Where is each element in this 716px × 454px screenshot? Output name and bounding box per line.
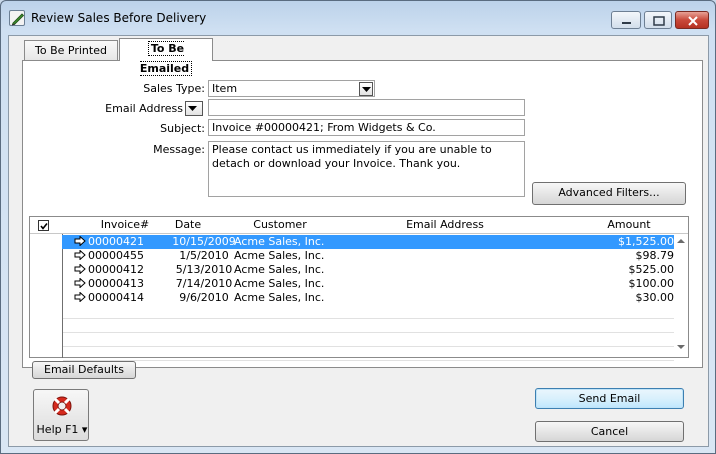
chevron-down-icon[interactable]: [359, 82, 373, 96]
cell-customer: Acme Sales, Inc.: [234, 263, 325, 276]
maximize-button[interactable]: [644, 11, 672, 29]
invoice-grid: Invoice# Date Customer Email Address Amo…: [29, 216, 689, 361]
cell-customer: Acme Sales, Inc.: [234, 277, 325, 290]
cancel-button[interactable]: Cancel: [535, 421, 684, 442]
arrow-right-icon: [74, 236, 86, 246]
help-button[interactable]: Help F1 ▾: [33, 389, 89, 441]
table-row[interactable]: 00000455 1/5/2010 Acme Sales, Inc. $98.79: [62, 249, 674, 263]
table-row[interactable]: 00000412 5/13/2010 Acme Sales, Inc. $525.00: [62, 263, 674, 277]
scroll-down-icon[interactable]: [677, 344, 685, 350]
arrow-right-icon: [74, 250, 86, 260]
advanced-filters-button[interactable]: Advanced Filters...: [532, 182, 686, 205]
send-email-button[interactable]: Send Email: [535, 388, 684, 409]
table-row[interactable]: 00000421 10/15/2009 Acme Sales, Inc. $1,525…: [62, 235, 674, 249]
message-label: Message:: [153, 143, 205, 156]
cell-amount: $98.79: [635, 249, 675, 262]
email-address-label: Email Address: [105, 102, 183, 115]
message-field[interactable]: Please contact us immediately if you are…: [208, 141, 525, 197]
select-all-checkbox[interactable]: [38, 220, 49, 231]
app-icon: [9, 10, 25, 26]
window-title: Review Sales Before Delivery: [31, 11, 207, 25]
title-bar[interactable]: Review Sales Before Delivery: [1, 1, 715, 35]
cell-amount: $30.00: [635, 291, 675, 304]
grid-line: [63, 318, 674, 319]
cell-invoice: 00000413: [88, 277, 144, 290]
grid-line: [63, 360, 674, 361]
table-row[interactable]: 00000413 7/14/2010 Acme Sales, Inc. $100.00: [62, 277, 674, 291]
col-customer[interactable]: Customer: [240, 218, 320, 231]
help-label-text: Help F1: [36, 423, 79, 436]
cell-customer: Acme Sales, Inc.: [234, 235, 325, 248]
email-defaults-button[interactable]: Email Defaults: [32, 361, 136, 379]
cell-invoice: 00000421: [88, 235, 144, 248]
email-address-dropdown[interactable]: [185, 101, 203, 116]
tab-to-be-emailed[interactable]: To Be Emailed: [119, 38, 213, 76]
table-row[interactable]: 00000414 9/6/2010 Acme Sales, Inc. $30.00: [62, 291, 674, 305]
scroll-up-icon[interactable]: [677, 238, 685, 244]
cell-amount: $100.00: [628, 277, 675, 290]
subject-field[interactable]: Invoice #00000421; From Widgets & Co.: [208, 119, 525, 136]
grid-header: Invoice# Date Customer Email Address Amo…: [30, 217, 688, 234]
arrow-right-icon: [74, 264, 86, 274]
tab-to-be-printed[interactable]: To Be Printed: [24, 40, 118, 62]
cell-amount: $525.00: [628, 263, 675, 276]
cell-invoice: 00000412: [88, 263, 144, 276]
tab-label: To Be Emailed: [139, 41, 193, 76]
close-button[interactable]: [675, 11, 709, 29]
tab-label: To Be Printed: [35, 44, 107, 57]
sales-type-label: Sales Type:: [143, 82, 205, 95]
dialog-client-area: To Be Printed To Be Emailed Sales Type: …: [8, 35, 709, 447]
cell-customer: Acme Sales, Inc.: [234, 291, 325, 304]
help-label: Help F1 ▾: [36, 423, 88, 436]
grid-line: [63, 332, 674, 333]
life-ring-icon: [52, 396, 72, 416]
cell-amount: $1,525.00: [618, 235, 674, 248]
cell-customer: Acme Sales, Inc.: [234, 249, 325, 262]
col-invoice[interactable]: Invoice#: [90, 218, 160, 231]
arrow-right-icon: [74, 292, 86, 302]
sales-type-value: Item: [212, 82, 238, 95]
col-amount[interactable]: Amount: [600, 218, 658, 231]
arrow-right-icon: [74, 278, 86, 288]
minimize-button[interactable]: [611, 11, 641, 29]
cell-invoice: 00000414: [88, 291, 144, 304]
sales-type-select[interactable]: Item: [208, 80, 375, 97]
col-date[interactable]: Date: [158, 218, 218, 231]
col-email-address[interactable]: Email Address: [400, 218, 490, 231]
cell-invoice: 00000455: [88, 249, 144, 262]
email-tab-panel: Sales Type: Item Email Address Subject: …: [22, 60, 703, 368]
grid-line: [63, 346, 674, 347]
subject-label: Subject:: [160, 122, 205, 135]
review-sales-window: Review Sales Before Delivery To Be Print…: [0, 0, 716, 454]
vertical-scrollbar[interactable]: [675, 234, 688, 358]
email-address-field[interactable]: [208, 99, 525, 116]
